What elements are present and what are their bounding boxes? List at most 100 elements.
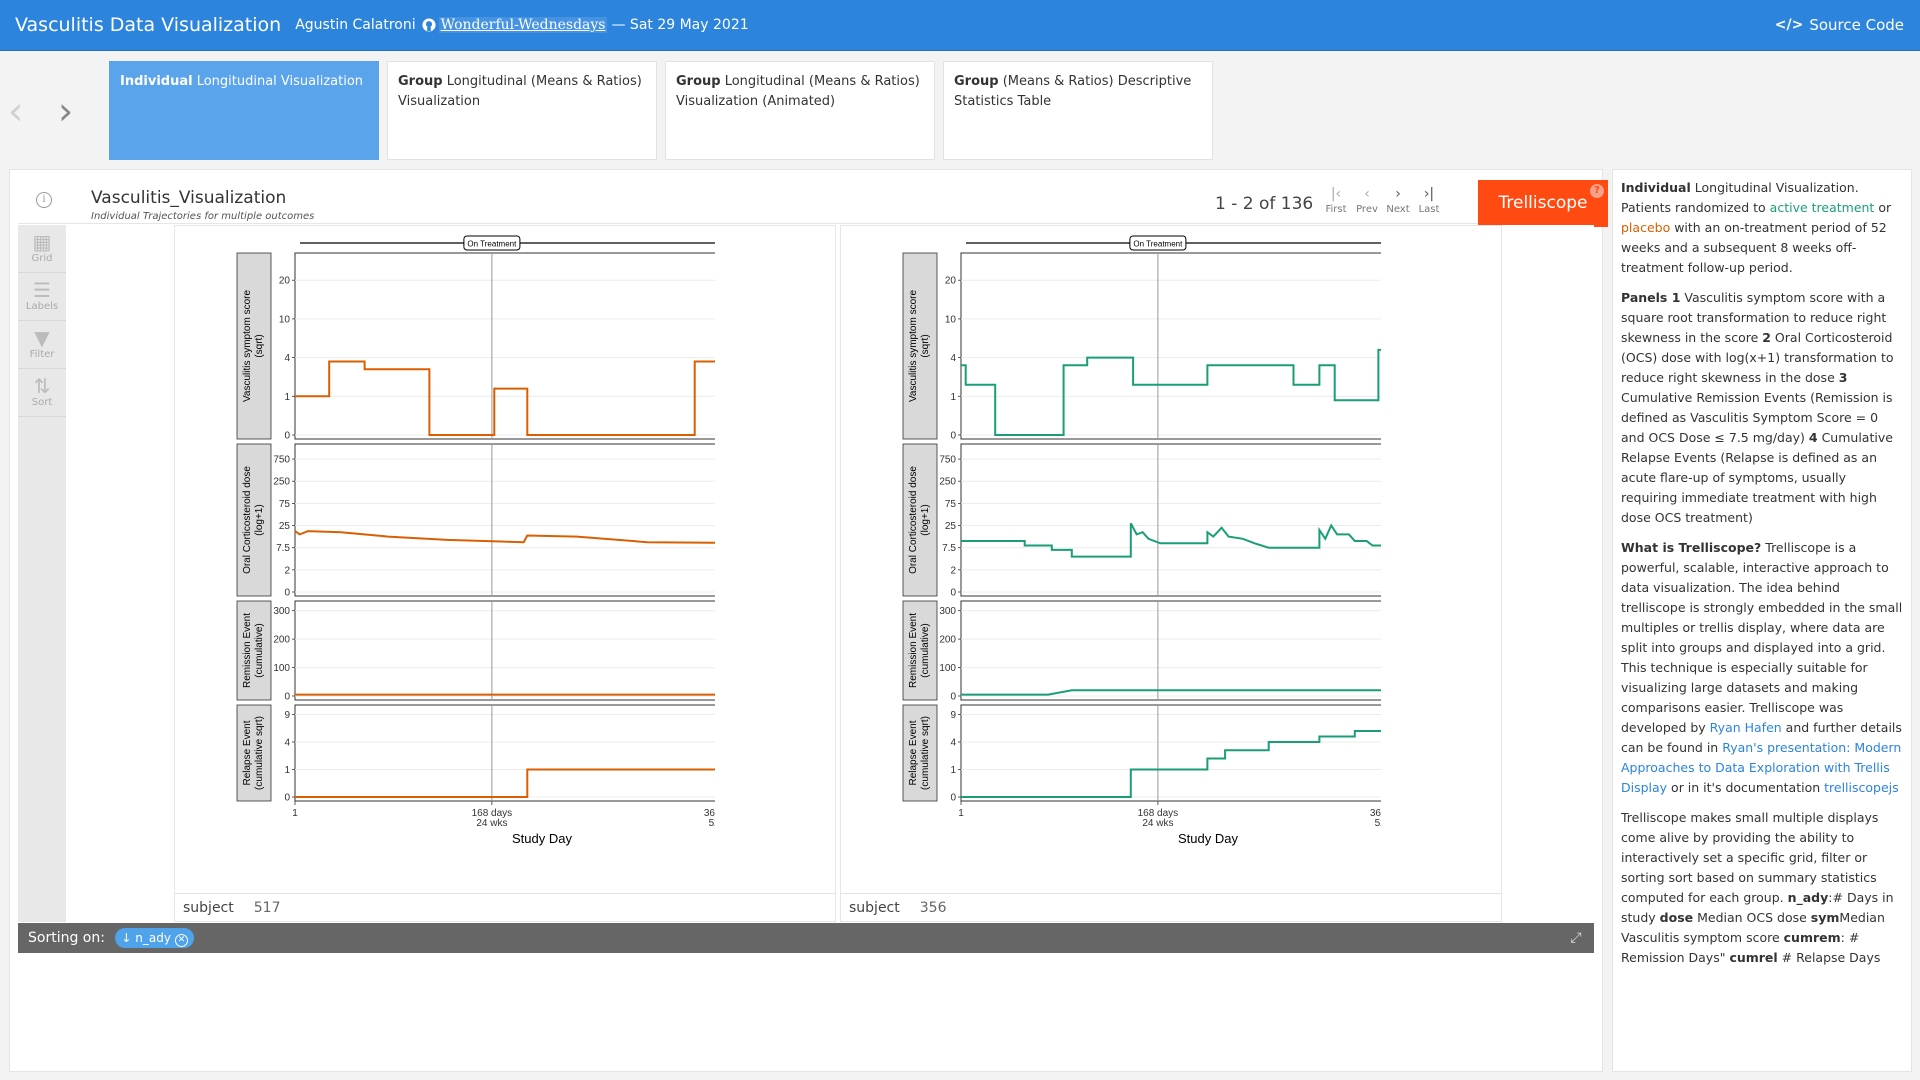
carousel-next-arrow-icon[interactable]: › bbox=[58, 92, 73, 130]
panel-0[interactable]: On TreatmentOff TreatmentVasculitis symp… bbox=[174, 225, 836, 922]
nav-card-3[interactable]: Group (Means & Ratios) Descriptive Stati… bbox=[943, 61, 1213, 160]
y-tick-label: 25 bbox=[279, 521, 291, 532]
last-icon: ›| bbox=[1423, 186, 1435, 202]
filter-button[interactable]: ▼ Filter bbox=[18, 321, 66, 369]
y-axis-label: Relapse Event bbox=[242, 720, 253, 785]
sort-button[interactable]: ⇅ Sort bbox=[18, 369, 66, 417]
y-tick-label: 250 bbox=[273, 477, 290, 488]
next-page-button[interactable]: › Next bbox=[1381, 186, 1415, 215]
subject-value: 517 bbox=[253, 900, 281, 916]
y-tick-label: 250 bbox=[939, 477, 956, 488]
y-tick-label: 0 bbox=[284, 588, 290, 599]
y-tick-label: 10 bbox=[945, 314, 957, 325]
y-axis-label: (cumulative sqrt) bbox=[254, 716, 265, 790]
trelliscope-badge[interactable]: Trelliscope ? bbox=[1478, 180, 1608, 227]
trelliscope-display: i Vasculitis_Visualization Individual Tr… bbox=[9, 169, 1608, 1072]
x-tick-label: 1 bbox=[958, 808, 964, 819]
desc-panels: Panels 1 Vasculitis symptom score with a… bbox=[1621, 288, 1903, 528]
plot-box bbox=[960, 443, 1381, 597]
nav-card-bold: Group bbox=[398, 74, 443, 89]
first-page-button[interactable]: |‹ First bbox=[1319, 186, 1353, 215]
pagination-count: 1 - 2 of 136 bbox=[1215, 194, 1314, 214]
expand-icon[interactable]: ⤢ bbox=[1566, 928, 1586, 948]
y-tick-label: 200 bbox=[939, 635, 956, 646]
carousel-prev-arrow-icon[interactable]: ‹ bbox=[8, 92, 23, 130]
remove-sort-icon[interactable]: ✕ bbox=[174, 934, 188, 947]
grid-label: Grid bbox=[31, 253, 53, 264]
panel-1-subject: subject 356 bbox=[841, 893, 1501, 921]
y-tick-label: 100 bbox=[273, 663, 290, 674]
y-tick-label: 10 bbox=[279, 314, 291, 325]
panel-0-subject: subject 517 bbox=[175, 893, 835, 921]
y-tick-label: 0 bbox=[284, 431, 290, 442]
on-treatment-label: On Treatment bbox=[1133, 240, 1183, 249]
code-icon: </> bbox=[1774, 17, 1804, 33]
labels-button[interactable]: ☰ Labels bbox=[18, 273, 66, 321]
description-panel: Individual Longitudinal Visualization. P… bbox=[1612, 169, 1912, 1072]
x-axis-label: Study Day bbox=[1178, 831, 1238, 846]
plot-box bbox=[294, 443, 715, 597]
desc-bold: What is Trelliscope? bbox=[1621, 540, 1762, 555]
y-tick-label: 0 bbox=[284, 692, 290, 703]
y-tick-label: 0 bbox=[950, 431, 956, 442]
y-tick-label: 750 bbox=[939, 455, 956, 466]
y-axis-label: Relapse Event bbox=[908, 720, 919, 785]
x-tick-label: 24 wks bbox=[1142, 818, 1173, 829]
y-tick-label: 7.5 bbox=[276, 543, 290, 554]
y-axis-label: Remission Event bbox=[908, 613, 919, 688]
control-sidebar: ▦ Grid ☰ Labels ▼ Filter ⇅ Sort bbox=[18, 225, 66, 922]
placebo-label: placebo bbox=[1621, 220, 1671, 235]
y-axis-label: Vasculitis symptom score bbox=[908, 290, 919, 403]
y-axis-label: (cumulative sqrt) bbox=[920, 716, 931, 790]
desc-bold: dose bbox=[1659, 910, 1694, 925]
plot-box bbox=[294, 704, 715, 802]
y-tick-label: 200 bbox=[273, 635, 290, 646]
nav-card-bold: Group bbox=[676, 74, 721, 89]
help-icon[interactable]: ? bbox=[1590, 184, 1604, 198]
last-label: Last bbox=[1418, 204, 1440, 215]
nav-card-bold: Individual bbox=[120, 74, 193, 89]
labels-label: Labels bbox=[25, 301, 59, 312]
y-tick-label: 20 bbox=[945, 276, 957, 287]
prev-page-button[interactable]: ‹ Prev bbox=[1350, 186, 1384, 215]
nav-card-1[interactable]: Group Longitudinal (Means & Ratios) Visu… bbox=[387, 61, 657, 160]
desc-bold: cumrel bbox=[1729, 950, 1778, 965]
desc-text: or bbox=[1874, 200, 1892, 215]
desc-bold: cumrem bbox=[1783, 930, 1841, 945]
trelliscopejs-link[interactable]: trelliscopejs bbox=[1824, 780, 1899, 795]
y-tick-label: 1 bbox=[950, 765, 956, 776]
desc-text: Trelliscope is a powerful, scalable, int… bbox=[1621, 540, 1903, 735]
wonderful-wednesdays-link[interactable]: Wonderful-Wednesdays bbox=[438, 17, 608, 33]
panel-0-chart: On TreatmentOff TreatmentVasculitis symp… bbox=[236, 235, 715, 846]
y-tick-label: 4 bbox=[284, 353, 290, 364]
sort-chip[interactable]: ↓ n_ady ✕ bbox=[115, 928, 194, 948]
nav-card-0[interactable]: Individual Longitudinal Visualization bbox=[109, 61, 379, 160]
desc-intro: Individual Longitudinal Visualization. P… bbox=[1621, 178, 1903, 278]
desc-bold: Panels 1 bbox=[1621, 290, 1681, 305]
y-axis-label: (sqrt) bbox=[920, 334, 931, 357]
source-code-link[interactable]: </> Source Code bbox=[1775, 16, 1904, 34]
first-icon: |‹ bbox=[1330, 186, 1342, 202]
source-code-label: Source Code bbox=[1809, 16, 1904, 34]
desc-bold: sym bbox=[1810, 910, 1840, 925]
y-tick-label: 9 bbox=[950, 710, 956, 721]
y-tick-label: 75 bbox=[945, 499, 957, 510]
subject-label: subject bbox=[183, 900, 234, 916]
y-axis-label: Vasculitis symptom score bbox=[242, 290, 253, 403]
x-tick-label: 52 wks bbox=[1375, 818, 1381, 829]
panel-1[interactable]: On TreatmentOff TreatmentVasculitis symp… bbox=[840, 225, 1502, 922]
desc-trelliscope: What is Trelliscope? Trelliscope is a po… bbox=[1621, 538, 1903, 798]
desc-bold: Individual bbox=[1621, 180, 1691, 195]
trelliscope-label: Trelliscope bbox=[1498, 193, 1588, 213]
panel-grid: On TreatmentOff TreatmentVasculitis symp… bbox=[66, 225, 1594, 922]
nav-card-2[interactable]: Group Longitudinal (Means & Ratios) Visu… bbox=[665, 61, 935, 160]
info-icon[interactable]: i bbox=[36, 192, 52, 208]
ryan-hafen-link[interactable]: Ryan Hafen bbox=[1710, 720, 1782, 735]
last-page-button[interactable]: ›| Last bbox=[1412, 186, 1446, 215]
grid-button[interactable]: ▦ Grid bbox=[18, 225, 66, 273]
y-tick-label: 0 bbox=[284, 793, 290, 804]
y-tick-label: 0 bbox=[950, 588, 956, 599]
y-tick-label: 9 bbox=[284, 710, 290, 721]
x-tick-label: 24 wks bbox=[476, 818, 507, 829]
y-tick-label: 2 bbox=[950, 565, 956, 576]
